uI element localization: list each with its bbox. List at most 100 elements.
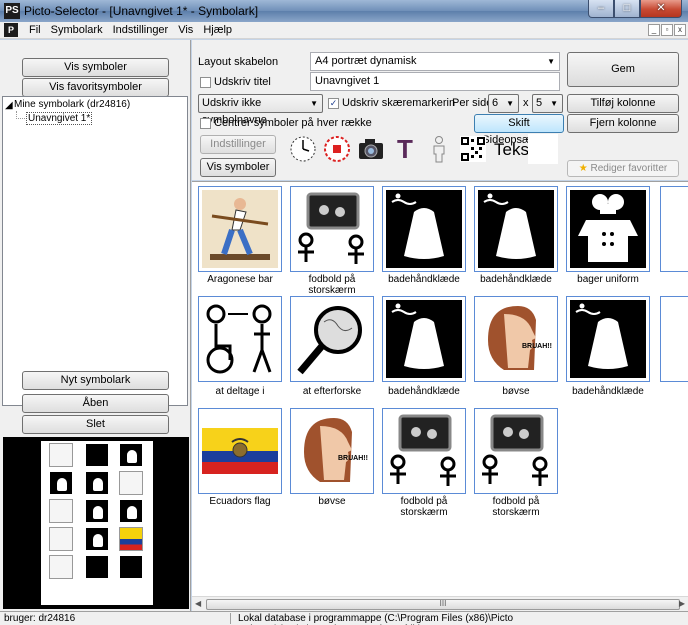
chevron-down-icon: ▼ (506, 99, 514, 108)
fodbold-icon (478, 412, 554, 490)
app-icon: PS (4, 3, 20, 19)
bovse-icon: BRUAH!! (294, 412, 370, 490)
aaben-button[interactable]: Åben (22, 394, 169, 413)
vis-favoritsymboler-button[interactable]: Vis favoritsymboler (22, 78, 169, 97)
preview-thumb (119, 527, 143, 551)
status-database: Lokal database i programmappe (C:\Progra… (238, 613, 514, 625)
preview-thumb (85, 499, 109, 523)
bade-icon (478, 190, 554, 268)
nyt-symbolark-button[interactable]: Nyt symbolark (22, 371, 169, 390)
symbol-card-partial[interactable] (660, 296, 688, 382)
symbol-card-aragonese[interactable] (198, 186, 282, 272)
menu-symbolark[interactable]: Symbolark (46, 24, 108, 36)
blank-tool[interactable] (528, 134, 558, 164)
slet-button[interactable]: Slet (22, 415, 169, 434)
flag-icon (202, 412, 278, 490)
person-outline-icon[interactable] (424, 134, 454, 164)
horizontal-scrollbar[interactable]: ◀ III ▶ (192, 596, 688, 611)
symbol-label: bøvse (318, 496, 346, 507)
symbol-card-bade[interactable] (382, 186, 466, 272)
udskriv-titel-label: Udskriv titel (214, 76, 271, 88)
symbol-grid[interactable]: Aragonese bar fodbold på storskærm badehån… (192, 181, 688, 596)
scroll-right-icon[interactable]: ▶ (679, 599, 685, 608)
indstillinger-button[interactable]: Indstillinger (200, 135, 276, 154)
symbol-label: Ecuadors flag (209, 496, 271, 507)
preview-thumb (49, 527, 73, 551)
symbol-label: badehåndklæde (388, 274, 460, 285)
svg-text:BRUAH!!: BRUAH!! (522, 343, 552, 350)
window-controls: – □ ✕ (588, 0, 682, 18)
tree-expand-icon[interactable]: ◢ (5, 100, 13, 111)
vis-symboler-button[interactable]: Vis symboler (22, 58, 169, 77)
menu-indstillinger[interactable]: Indstillinger (108, 24, 174, 36)
mdi-app-icon[interactable]: P (4, 23, 18, 37)
efterforske-icon (294, 300, 370, 378)
per-side-rows-select[interactable]: 5 ▼ (532, 94, 563, 113)
tree-connector-h (16, 118, 25, 119)
skift-sideopsaetning-button[interactable]: Skift Sideopsætning (474, 114, 564, 146)
per-side-columns-select[interactable]: 6 ▼ (488, 94, 519, 113)
aragonese-icon (202, 190, 278, 268)
fjern-kolonne-button[interactable]: Fjern kolonne (567, 114, 679, 133)
symbol-card-efterforske[interactable] (290, 296, 374, 382)
scroll-thumb[interactable]: III (206, 599, 680, 610)
maximize-icon[interactable]: □ (614, 0, 640, 18)
chevron-down-icon: ▼ (547, 57, 555, 66)
symbol-card-fodbold[interactable] (474, 408, 558, 494)
calendar-icon[interactable] (322, 134, 352, 164)
mdi-minimize-icon[interactable]: _ (648, 24, 660, 36)
preview-thumb (49, 555, 73, 579)
close-icon[interactable]: ✕ (640, 0, 682, 18)
chevron-down-icon: ▼ (310, 99, 318, 108)
fodbold-icon (386, 412, 462, 490)
mdi-close-icon[interactable]: x (674, 24, 686, 36)
symbol-card-deltage[interactable] (198, 296, 282, 382)
menu-hjaelp[interactable]: Hjælp (198, 24, 237, 36)
chevron-down-icon: ▼ (550, 99, 558, 108)
tree-child-node[interactable]: Unavngivet 1* (26, 112, 93, 125)
menu-fil[interactable]: Fil (24, 24, 46, 36)
symbol-card-flag[interactable] (198, 408, 282, 494)
symbolark-tree[interactable]: ◢ Mine symbolark (dr24816) Unavngivet 1* (2, 96, 188, 406)
symbol-label: Aragonese bar (207, 274, 273, 285)
symbol-card-fodbold[interactable] (290, 186, 374, 272)
rediger-favoritter-button[interactable]: ★ Rediger favoritter (567, 160, 679, 177)
qr-code-icon[interactable] (458, 134, 488, 164)
vis-symboler-top-button[interactable]: Vis symboler (200, 158, 276, 177)
symbol-card-bager[interactable] (566, 186, 650, 272)
symbol-label: bager uniform (577, 274, 639, 285)
centrer-checkbox[interactable] (200, 118, 211, 129)
symbol-card-bovse[interactable]: BRUAH!! (474, 296, 558, 382)
symbolnavne-select[interactable]: Udskriv ikke symbolnavne ▼ (198, 94, 323, 126)
symbol-label: at efterforske (302, 386, 362, 397)
bager-icon (570, 190, 646, 268)
text-tool-icon[interactable]: T (390, 134, 420, 164)
tilfoej-kolonne-button[interactable]: Tilføj kolonne (567, 94, 679, 113)
udskriv-titel-checkbox[interactable] (200, 77, 211, 88)
scroll-left-icon[interactable]: ◀ (195, 599, 201, 608)
skaeremarkering-checkbox[interactable]: ✓ (328, 98, 339, 109)
title-input[interactable]: Unavngivet 1 (310, 72, 560, 91)
minimize-icon[interactable]: – (588, 0, 614, 18)
menu-vis[interactable]: Vis (173, 24, 198, 36)
camera-icon[interactable] (356, 134, 386, 164)
symbol-card-bade[interactable] (474, 186, 558, 272)
clock-icon[interactable] (288, 134, 318, 164)
symbol-card-fodbold[interactable] (382, 408, 466, 494)
bade-icon (386, 300, 462, 378)
symbol-card-bade[interactable] (382, 296, 466, 382)
gem-button[interactable]: Gem (567, 52, 679, 87)
layout-label: Layout skabelon (198, 56, 279, 68)
symbol-card-bovse[interactable]: BRUAH!! (290, 408, 374, 494)
mdi-restore-icon[interactable]: ▫ (661, 24, 673, 36)
tree-root-node[interactable]: Mine symbolark (dr24816) (14, 99, 130, 110)
per-side-rows-value: 5 (536, 97, 543, 109)
symbol-label: bøvse (502, 386, 530, 397)
symbol-label: badehåndklæde (388, 386, 460, 397)
preview-thumb (85, 555, 109, 579)
symbol-card-partial[interactable] (660, 186, 688, 272)
symbol-card-bade[interactable] (566, 296, 650, 382)
layout-select[interactable]: A4 portræt dynamisk ▼ (310, 52, 560, 71)
rediger-favoritter-label: Rediger favoritter (590, 163, 668, 174)
preview-thumb (119, 499, 143, 523)
